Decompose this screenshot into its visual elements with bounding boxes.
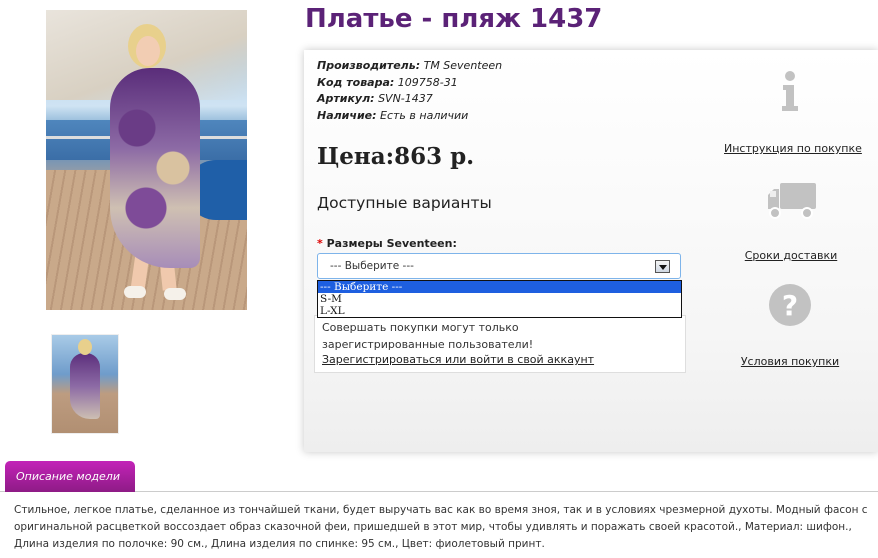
delivery-item: Сроки доставки [724,249,858,262]
product-thumbnail[interactable] [51,334,119,434]
tab-description[interactable]: Описание модели [5,461,135,492]
availability-row: Наличие: Есть в наличии [317,108,502,125]
variants-heading: Доступные варианты [317,194,492,212]
image-model-shoe [164,288,186,300]
dropdown-option-placeholder[interactable]: --- Выберите --- [318,281,681,293]
delivery-link[interactable]: Сроки доставки [745,249,838,262]
terms-link[interactable]: Условия покупки [741,355,839,368]
dropdown-option-l-xl[interactable]: L-XL [318,305,681,317]
product-title: Платье - пляж 1437 [305,4,603,34]
required-mark: * [317,237,323,250]
image-model-face [136,36,160,66]
instructions-item: Инструкция по покупке [724,142,862,155]
size-label: * Размеры Seventeen: [317,237,457,250]
code-row: Код товара: 109758-31 [317,75,502,92]
product-meta: Производитель: TM Seventeen Код товара: … [317,58,502,124]
manufacturer-row: Производитель: TM Seventeen [317,58,502,75]
chevron-down-icon[interactable] [655,260,670,273]
register-login-link[interactable]: Зарегистрироваться или войти в свой акка… [322,353,594,366]
truck-icon[interactable] [766,181,818,221]
svg-text:?: ? [782,289,798,322]
size-select-value: --- Выберите --- [330,260,414,272]
availability-value: Есть в наличии [380,108,469,122]
size-dropdown-list[interactable]: --- Выберите --- S-M L-XL [317,280,682,318]
product-main-image[interactable] [46,10,247,310]
manufacturer-label: Производитель: [317,59,421,72]
thumb-head [78,339,92,355]
availability-label: Наличие: [317,108,377,122]
size-label-text: Размеры Seventeen: [326,237,457,250]
article-value: SVN-1437 [378,92,433,105]
product-price: Цена:863 р. [317,143,475,170]
instructions-link[interactable]: Инструкция по покупке [724,142,862,155]
product-description: Стильное, легкое платье, сделанное из то… [14,504,868,550]
info-icon[interactable] [779,70,801,112]
size-select[interactable]: --- Выберите --- [317,253,681,279]
code-value: 109758-31 [397,75,458,89]
article-row: Артикул: SVN-1437 [317,91,502,108]
dropdown-option-s-m[interactable]: S-M [318,293,681,305]
code-label: Код товара: [317,75,395,89]
article-label: Артикул: [317,92,375,105]
question-icon[interactable]: ? [767,282,813,328]
image-model-dress [110,68,200,268]
login-notice-text: Совершать покупки могут только зарегистр… [322,321,534,351]
manufacturer-value: TM Seventeen [423,59,503,72]
terms-item: Условия покупки [724,355,856,368]
image-model-shoe [124,286,146,298]
thumb-dress [70,353,100,419]
login-notice: Совершать покупки могут только зарегистр… [314,315,686,373]
